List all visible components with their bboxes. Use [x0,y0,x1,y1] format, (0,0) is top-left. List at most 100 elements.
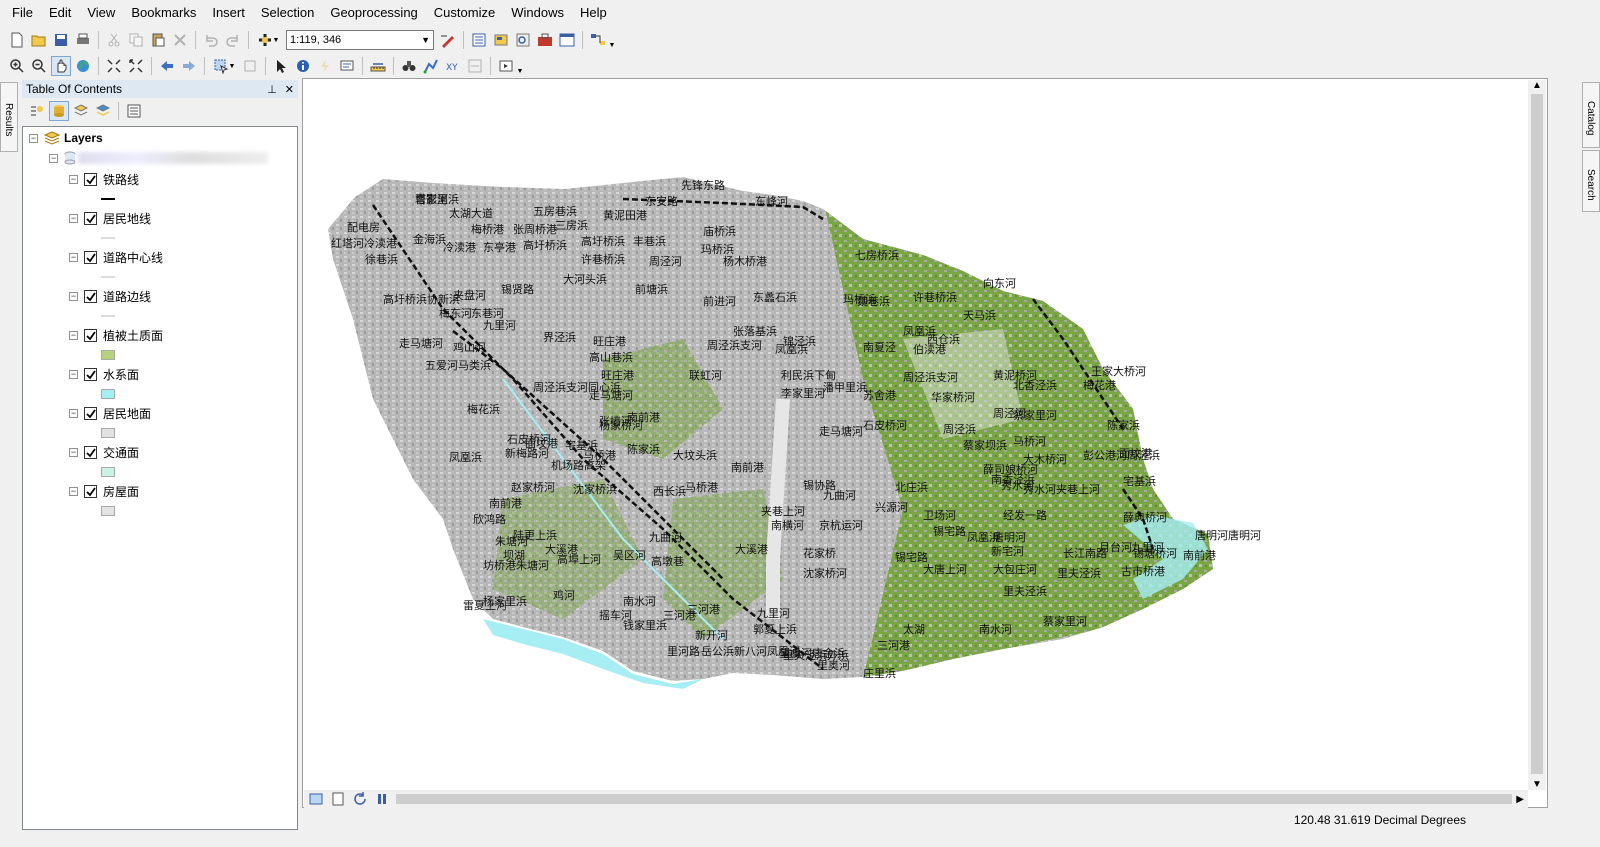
toolbar-overflow-icon[interactable]: ▼ [609,31,616,49]
paste-button[interactable] [148,30,168,50]
layer-visibility-checkbox[interactable] [84,290,97,303]
catalog-side-tab[interactable]: Catalog [1582,82,1600,148]
layer-line-symbol[interactable] [101,276,115,278]
collapse-icon[interactable]: − [69,292,78,301]
map-view[interactable]: 塔影河 先锋东路 东安路 东峰河 配电房 太湖大道 五房巷浜 黄泥田港 红塔河冷渎港 金海浜 梅桥港… [302,78,1548,808]
find-route-button[interactable] [421,56,441,76]
collapse-icon[interactable]: − [49,153,58,163]
go-back-button[interactable] [157,56,177,76]
layer-fill-symbol[interactable] [101,350,115,360]
vertical-scroll-thumb[interactable] [1531,94,1543,774]
measure-button[interactable] [368,56,388,76]
list-by-source-button[interactable] [49,101,69,121]
layer-visibility-checkbox[interactable] [84,407,97,420]
menu-geoprocessing[interactable]: Geoprocessing [322,0,425,26]
pin-icon[interactable]: ⊥ [267,83,277,96]
scroll-down-icon[interactable]: ▼ [1532,779,1542,790]
layer-visibility-checkbox[interactable] [84,173,97,186]
clear-selection-button[interactable] [240,56,260,76]
horizontal-scroll-thumb[interactable] [396,794,1512,804]
layer-visibility-checkbox[interactable] [84,446,97,459]
menu-help[interactable]: Help [572,0,615,26]
menu-view[interactable]: View [79,0,123,26]
print-button[interactable] [73,30,93,50]
map-scale-select[interactable]: 1:119, 346 ▼ [286,30,434,50]
model-builder-button[interactable] [588,30,608,50]
layer-row[interactable]: − 道路边线 [69,288,151,305]
layer-row[interactable]: − 房屋面 [69,483,139,500]
close-icon[interactable]: ✕ [285,83,294,96]
layer-visibility-checkbox[interactable] [84,368,97,381]
go-to-xy-button[interactable]: XY [443,56,463,76]
layer-row[interactable]: − 居民地线 [69,210,151,227]
datasource-node[interactable]: − [49,151,268,165]
layer-row[interactable]: − 居民地面 [69,405,151,422]
layer-line-symbol[interactable] [101,315,115,317]
delete-button[interactable] [170,30,190,50]
scroll-right-icon[interactable]: ▶ [1516,794,1524,805]
redo-button[interactable] [223,30,243,50]
arctoolbox-button[interactable] [535,30,555,50]
menu-file[interactable]: File [4,0,41,26]
table-of-contents-button[interactable] [469,30,489,50]
layer-visibility-checkbox[interactable] [84,485,97,498]
pause-drawing-button[interactable] [372,789,392,809]
collapse-icon[interactable]: − [69,448,78,457]
list-by-drawing-order-button[interactable] [27,101,47,121]
menu-bookmarks[interactable]: Bookmarks [123,0,204,26]
select-features-button[interactable]: ▼ [210,56,238,76]
collapse-icon[interactable]: − [69,214,78,223]
layer-fill-symbol[interactable] [101,506,115,516]
layer-fill-symbol[interactable] [101,389,115,399]
layer-visibility-checkbox[interactable] [84,329,97,342]
save-button[interactable] [51,30,71,50]
results-side-tab[interactable]: Results [0,82,18,152]
layout-view-button[interactable] [328,789,348,809]
hyperlink-button[interactable] [315,56,335,76]
collapse-icon[interactable]: − [69,409,78,418]
layer-line-symbol[interactable] [101,237,115,239]
zoom-out-button[interactable] [29,56,49,76]
scroll-up-icon[interactable]: ▲ [1532,80,1542,91]
layer-line-symbol[interactable] [101,198,115,200]
layer-visibility-checkbox[interactable] [84,212,97,225]
editor-toolbar-button[interactable] [438,30,458,50]
cut-button[interactable] [104,30,124,50]
find-button[interactable] [399,56,419,76]
layer-row[interactable]: − 交通面 [69,444,139,461]
add-data-button[interactable]: ▼ [254,30,282,50]
menu-windows[interactable]: Windows [503,0,572,26]
layers-root-node[interactable]: − Layers [29,131,103,145]
open-button[interactable] [29,30,49,50]
menu-insert[interactable]: Insert [204,0,253,26]
undo-button[interactable] [201,30,221,50]
toolbar-overflow-icon[interactable]: ▼ [517,57,524,75]
menu-selection[interactable]: Selection [253,0,322,26]
collapse-icon[interactable]: − [69,331,78,340]
layer-row[interactable]: − 植被土质面 [69,327,163,344]
go-forward-button[interactable] [179,56,199,76]
copy-button[interactable] [126,30,146,50]
create-viewer-window-button[interactable] [496,56,516,76]
catalog-button[interactable] [491,30,511,50]
layer-fill-symbol[interactable] [101,467,115,477]
toc-options-button[interactable] [124,101,144,121]
map-canvas[interactable]: 塔影河先锋东路东安路 东峰河配电房太湖大道 五房巷浜 黄泥田港红塔河冷渎港 金海浜梅桥港… [303,79,1529,789]
collapse-icon[interactable]: − [69,253,78,262]
html-popup-button[interactable] [337,56,357,76]
map-vertical-scrollbar[interactable]: ▲ ▼ [1528,80,1546,790]
list-by-selection-button[interactable] [93,101,113,121]
collapse-icon[interactable]: − [29,133,38,143]
select-elements-button[interactable] [271,56,291,76]
identify-button[interactable] [293,56,313,76]
layer-row[interactable]: − 道路中心线 [69,249,163,266]
layer-fill-symbol[interactable] [101,428,115,438]
collapse-icon[interactable]: − [69,175,78,184]
refresh-button[interactable] [350,789,370,809]
layer-visibility-checkbox[interactable] [84,251,97,264]
zoom-in-button[interactable] [7,56,27,76]
menu-edit[interactable]: Edit [41,0,79,26]
python-window-button[interactable] [557,30,577,50]
new-document-button[interactable] [7,30,27,50]
layer-row[interactable]: − 水系面 [69,366,139,383]
